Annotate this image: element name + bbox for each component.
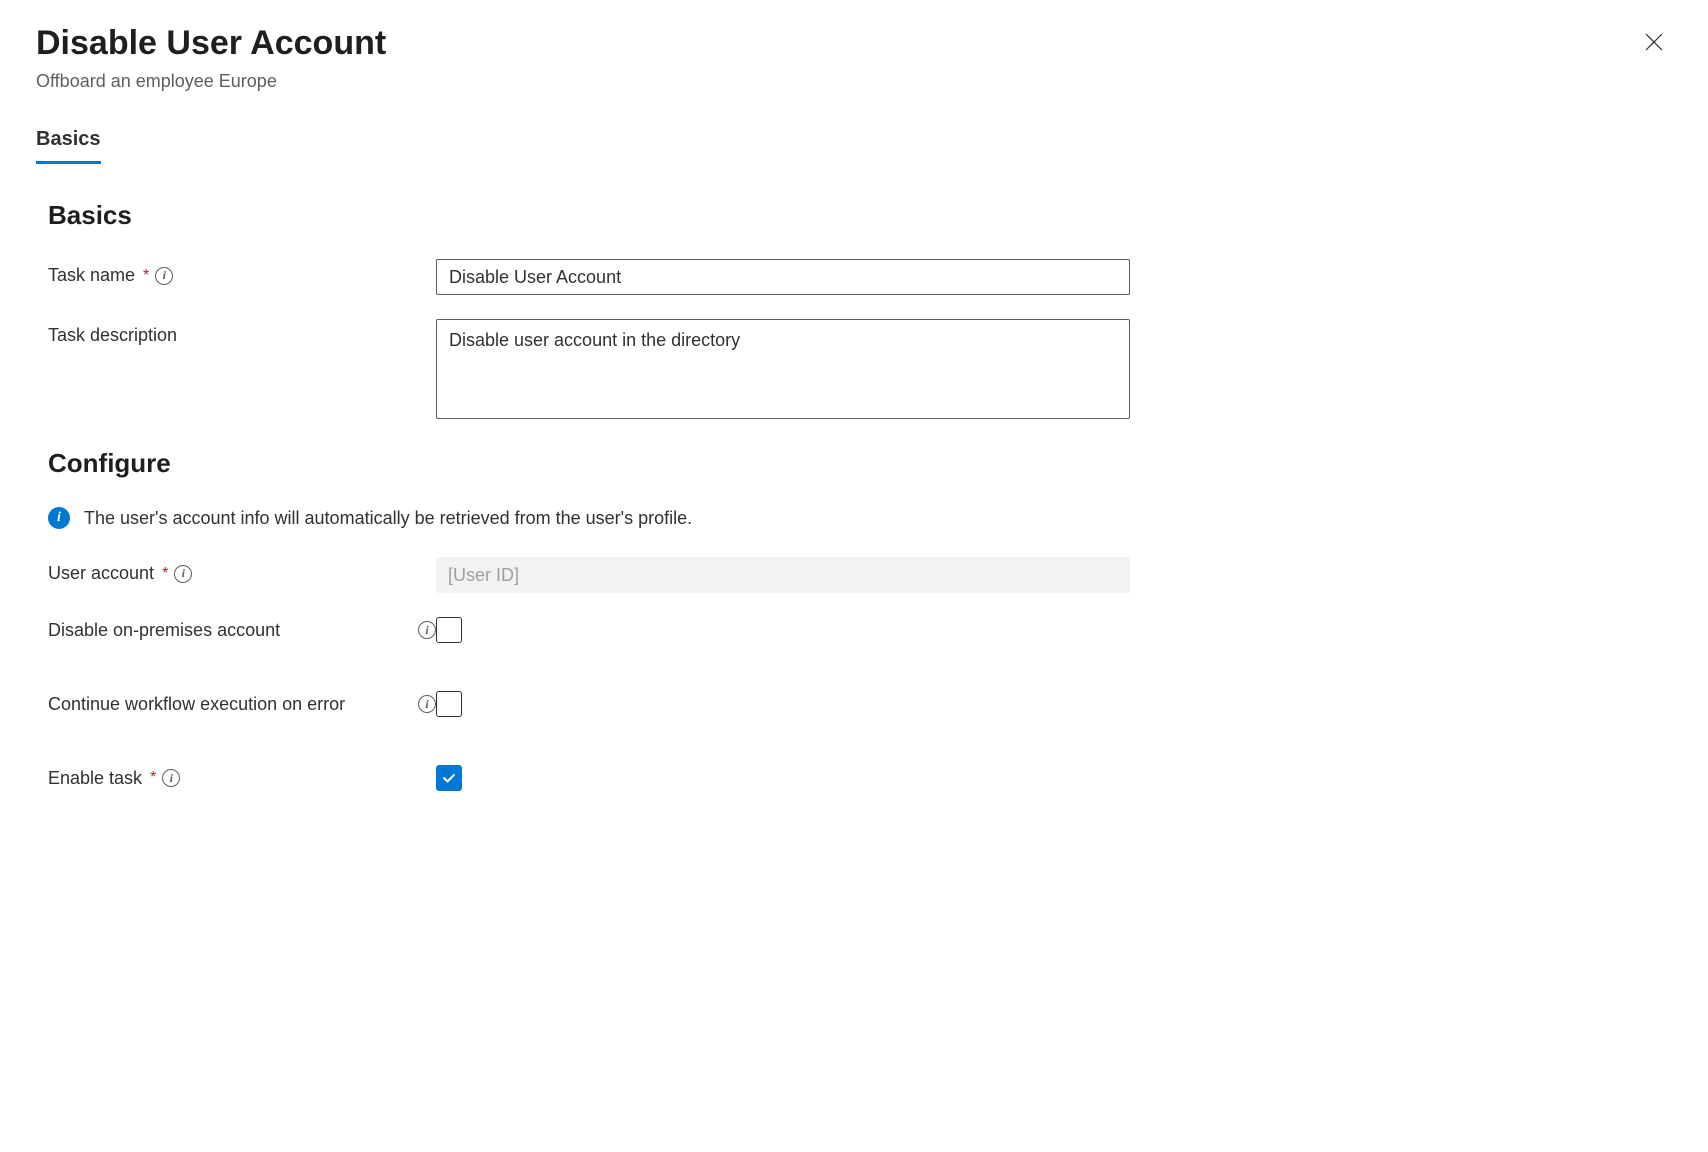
- user-account-label: User account: [48, 563, 154, 584]
- info-icon[interactable]: i: [155, 267, 173, 285]
- basics-section-title: Basics: [48, 200, 1672, 231]
- task-name-label: Task name: [48, 265, 135, 286]
- info-banner-text: The user's account info will automatical…: [84, 508, 692, 529]
- task-name-input[interactable]: [436, 259, 1130, 295]
- page-title: Disable User Account: [36, 24, 386, 63]
- continue-on-error-checkbox[interactable]: [436, 691, 462, 717]
- disable-onprem-checkbox[interactable]: [436, 617, 462, 643]
- required-asterisk: *: [150, 769, 156, 787]
- enable-task-checkbox[interactable]: [436, 765, 462, 791]
- info-icon[interactable]: i: [174, 565, 192, 583]
- check-icon: [441, 770, 457, 786]
- enable-task-label: Enable task: [48, 768, 142, 789]
- info-icon: i: [48, 507, 70, 529]
- page-subtitle: Offboard an employee Europe: [36, 71, 386, 92]
- required-asterisk: *: [162, 565, 168, 583]
- task-description-label: Task description: [48, 325, 177, 346]
- task-description-input[interactable]: [436, 319, 1130, 419]
- disable-onprem-label: Disable on-premises account: [48, 620, 412, 641]
- continue-on-error-label: Continue workflow execution on error: [48, 694, 412, 715]
- info-icon[interactable]: i: [418, 695, 436, 713]
- close-icon: [1644, 32, 1664, 52]
- info-icon[interactable]: i: [418, 621, 436, 639]
- close-button[interactable]: [1636, 24, 1672, 60]
- configure-section-title: Configure: [48, 448, 1672, 479]
- user-account-field: [User ID]: [436, 557, 1130, 593]
- required-asterisk: *: [143, 267, 149, 285]
- tab-basics[interactable]: Basics: [36, 128, 101, 164]
- tabs: Basics: [36, 128, 1672, 164]
- info-icon[interactable]: i: [162, 769, 180, 787]
